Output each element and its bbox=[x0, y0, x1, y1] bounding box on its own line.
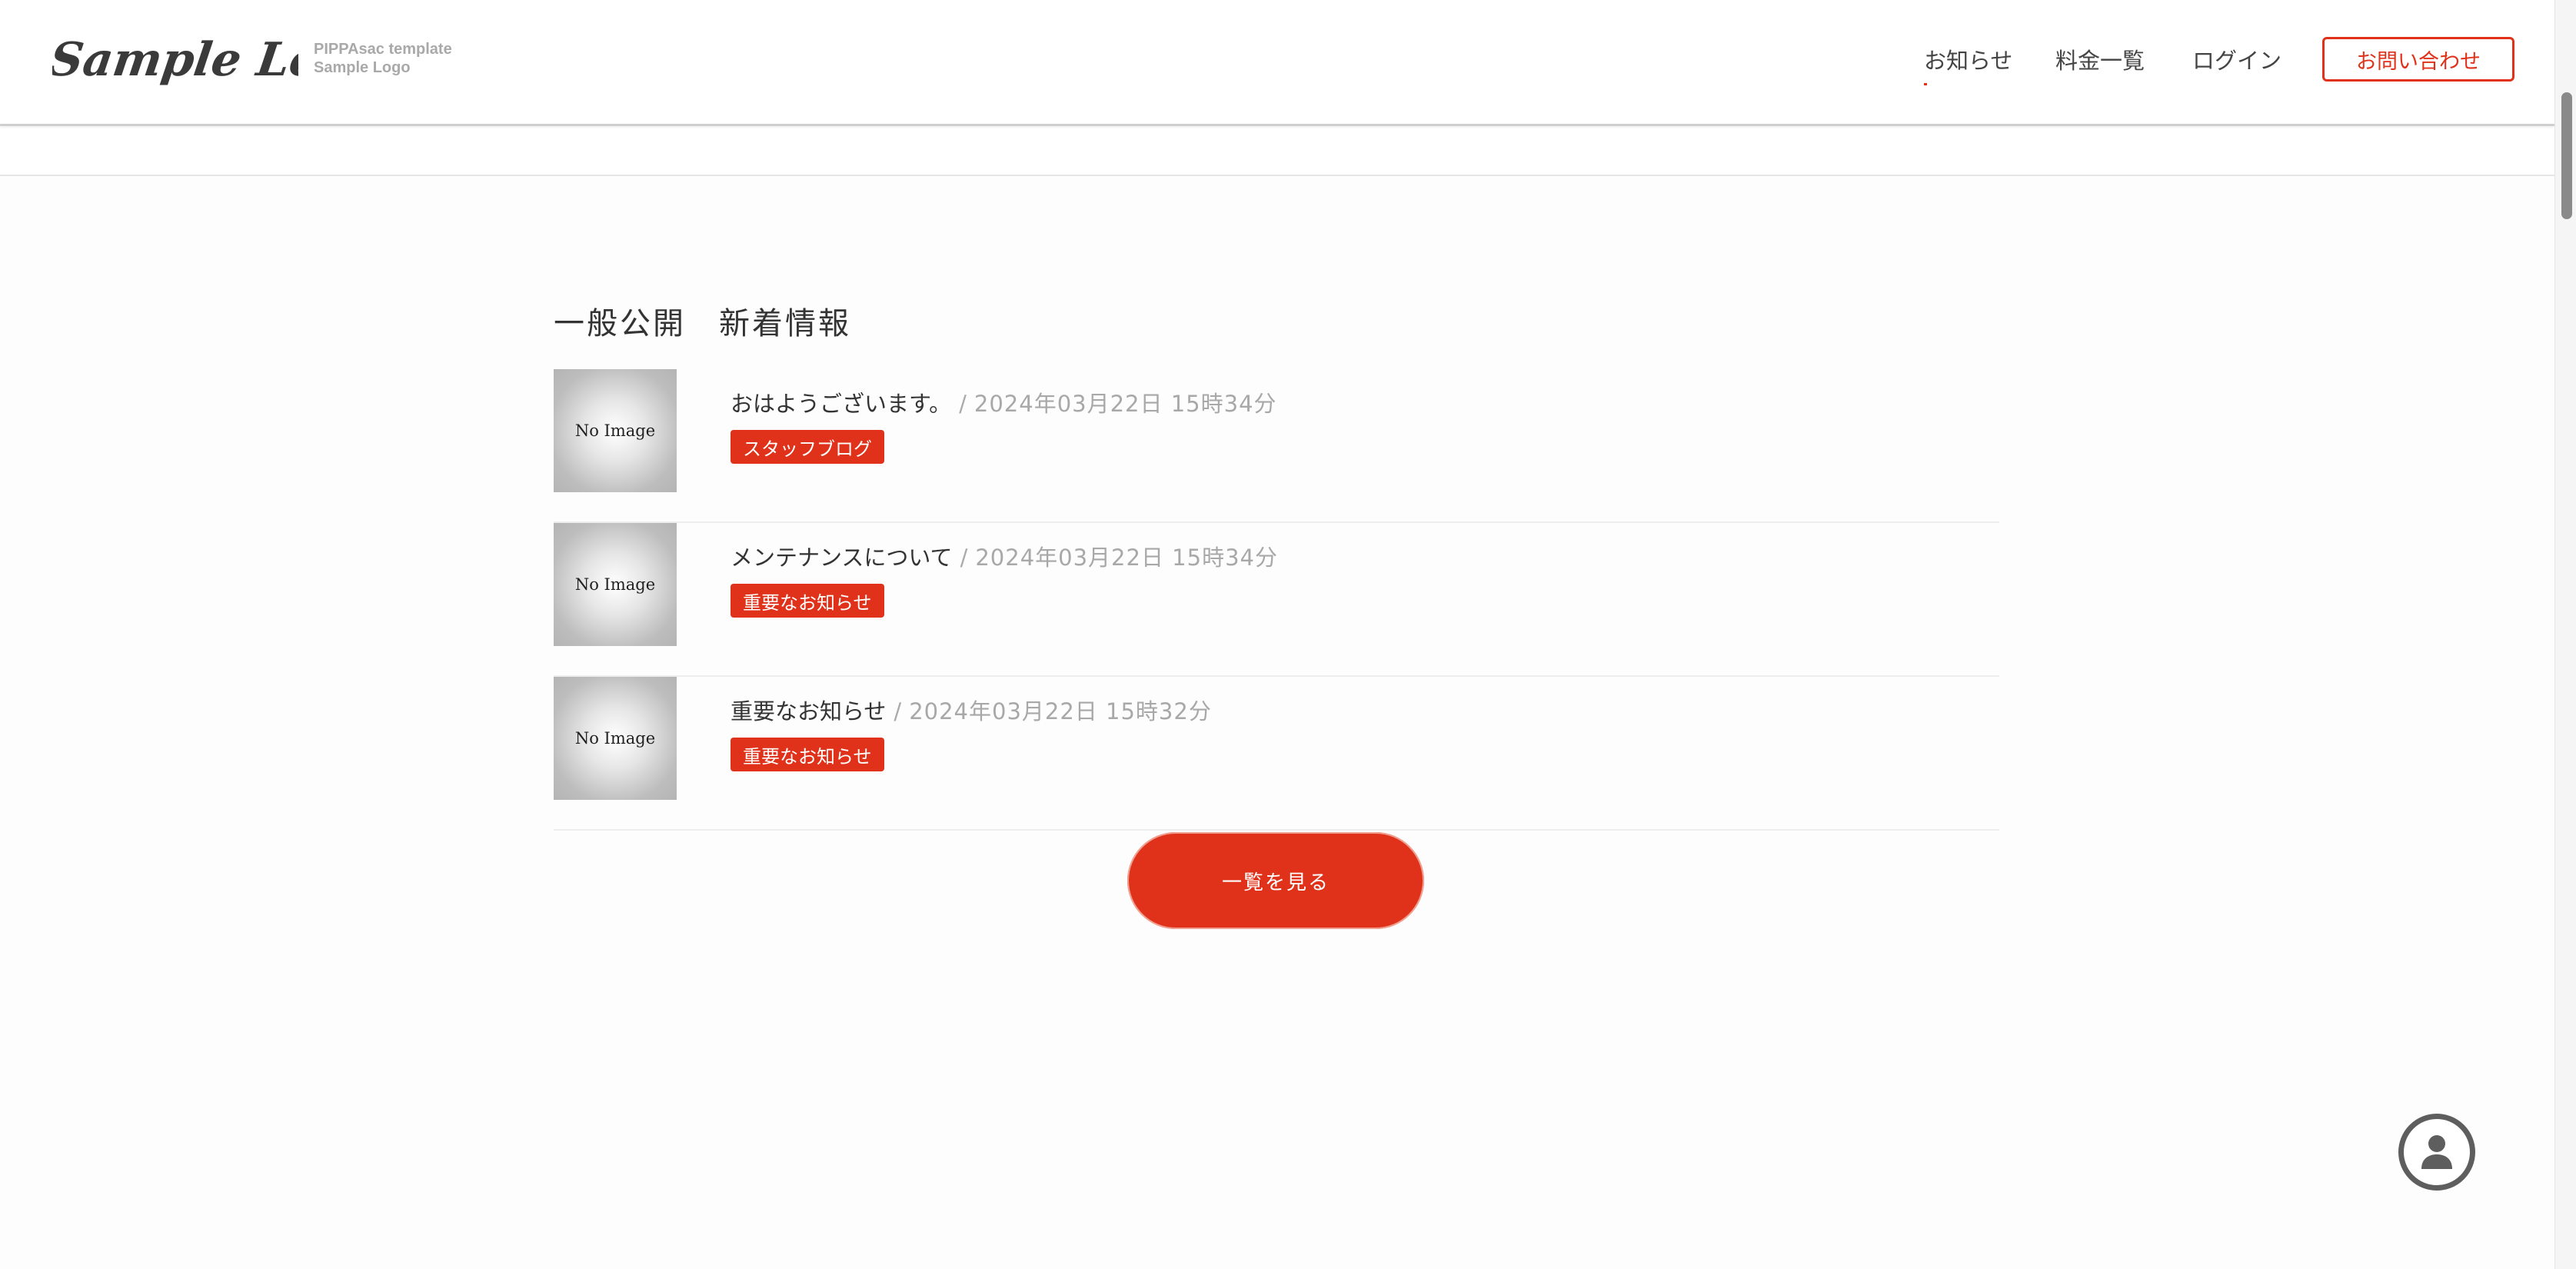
no-image-label: No Image bbox=[574, 575, 656, 594]
news-category-tag[interactable]: 重要なお知らせ bbox=[731, 738, 884, 771]
news-title-row: メンテナンスについて / 2024年03月22日 15時34分 bbox=[731, 540, 1278, 572]
sub-header-bar bbox=[0, 128, 2554, 176]
news-item[interactable]: No Image メンテナンスについて / 2024年03月22日 15時34分 重… bbox=[554, 523, 1999, 677]
view-all-button-label: 一覧を見る bbox=[1221, 871, 1330, 894]
news-date: 2024年03月22日 15時34分 bbox=[973, 391, 1277, 417]
page-scrollbar[interactable] bbox=[2554, 0, 2576, 1269]
logo-subtext-line1: PIPPAsac template bbox=[314, 41, 452, 58]
news-list: No Image おはようございます。/2024年03月22日 15時34分 ス… bbox=[554, 369, 1999, 831]
floating-user-button[interactable] bbox=[2398, 1114, 2475, 1191]
no-image-label: No Image bbox=[574, 421, 656, 440]
news-item[interactable]: No Image おはようございます。 /2024年03月22日 15時34分 ス… bbox=[554, 369, 1999, 523]
site-logo[interactable]: Sample Logo bbox=[52, 22, 298, 95]
nav-item-pricing[interactable]: 料金一覧 bbox=[2055, 43, 2145, 75]
contact-button-label: お問い合わせ bbox=[2356, 49, 2481, 74]
news-title[interactable]: おはようございます。 bbox=[731, 391, 951, 417]
nav-item-login[interactable]: ログイン bbox=[2192, 43, 2281, 75]
news-date: 2024年03月22日 15時34分 bbox=[975, 545, 1278, 571]
scrollbar-thumb[interactable] bbox=[2561, 92, 2572, 219]
news-date: 2024年03月22日 15時32分 bbox=[909, 698, 1212, 724]
user-icon bbox=[2421, 1135, 2452, 1169]
nav-item-pricing-label: 料金一覧 bbox=[2055, 48, 2145, 74]
news-title[interactable]: 重要なお知らせ bbox=[731, 698, 886, 724]
view-all-button[interactable]: 一覧を見る bbox=[1127, 832, 1424, 929]
news-separator: / bbox=[959, 391, 967, 417]
news-thumbnail[interactable]: No Image bbox=[554, 523, 677, 646]
news-title-row: おはようございます。 /2024年03月22日 15時34分 bbox=[731, 386, 1277, 418]
news-thumbnail[interactable]: No Image bbox=[554, 369, 677, 492]
logo-wordmark-text: Sample Logo bbox=[52, 32, 298, 87]
news-item[interactable]: No Image 重要なお知らせ / 2024年03月22日 15時32分 重要なお… bbox=[554, 677, 1999, 831]
nav-item-login-label: ログイン bbox=[2192, 48, 2282, 74]
news-thumbnail[interactable]: No Image bbox=[554, 677, 677, 800]
news-title-row: 重要なお知らせ / 2024年03月22日 15時32分 bbox=[731, 694, 1212, 726]
contact-button[interactable]: お問い合わせ bbox=[2322, 37, 2514, 82]
logo-subtext: PIPPAsac template Sample Logo bbox=[314, 40, 452, 77]
nav-item-news[interactable]: お知らせ bbox=[1924, 43, 2013, 85]
nav-item-news-label: お知らせ bbox=[1924, 48, 2013, 74]
logo-wordmark: Sample Logo bbox=[52, 32, 298, 87]
news-title[interactable]: メンテナンスについて bbox=[731, 545, 953, 571]
section-title: 一般公開 新着情報 bbox=[554, 306, 851, 341]
news-category-tag[interactable]: スタッフブログ bbox=[731, 430, 884, 464]
news-separator: / bbox=[960, 545, 968, 571]
no-image-label: No Image bbox=[574, 729, 656, 748]
news-category-tag[interactable]: 重要なお知らせ bbox=[731, 584, 884, 618]
news-separator: / bbox=[894, 698, 902, 724]
site-header: Sample Logo PIPPAsac template Sample Log… bbox=[0, 0, 2554, 126]
logo-subtext-line2: Sample Logo bbox=[314, 59, 411, 76]
